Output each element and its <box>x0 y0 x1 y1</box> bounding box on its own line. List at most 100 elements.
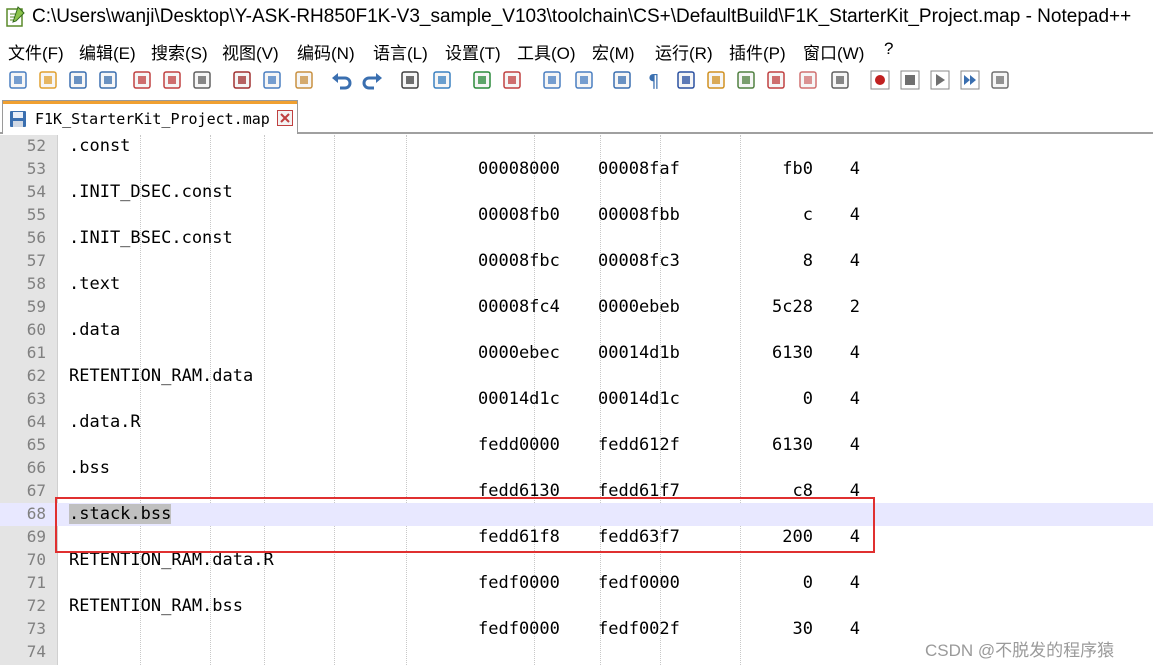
line-number: 68 <box>26 504 46 523</box>
find-icon[interactable] <box>398 68 422 92</box>
close-icon[interactable] <box>130 68 154 92</box>
section-size: 0 <box>802 389 813 409</box>
save-macro-icon[interactable] <box>988 68 1012 92</box>
save-icon[interactable] <box>66 68 90 92</box>
show-all-chars-icon[interactable]: ¶ <box>642 68 666 92</box>
language-udl-icon[interactable] <box>704 68 728 92</box>
line-number: 56 <box>26 228 46 247</box>
section-name: .data.R <box>69 412 141 432</box>
menu-item[interactable]: ? <box>884 39 893 59</box>
word-wrap-icon[interactable] <box>610 68 634 92</box>
toolbar: ¶ <box>0 64 1153 96</box>
line-number: 66 <box>26 458 46 477</box>
editor-line-row[interactable]: 71 fedf0000 fedf0000 0 4 <box>0 572 1153 595</box>
editor-line-row[interactable]: 59 00008fc4 0000ebeb 5c28 2 <box>0 296 1153 319</box>
editor-line-row[interactable]: 57 00008fbc 00008fc3 8 4 <box>0 250 1153 273</box>
editor-line-row[interactable]: 62 RETENTION_RAM.data <box>0 365 1153 388</box>
line-number: 59 <box>26 297 46 316</box>
menu-item[interactable]: 文件(F) <box>8 39 64 64</box>
line-number: 69 <box>26 527 46 546</box>
save-all-icon[interactable] <box>96 68 120 92</box>
sync-horizontal-icon[interactable] <box>572 68 596 92</box>
line-number: 73 <box>26 619 46 638</box>
menu-item[interactable]: 设置(T) <box>445 39 501 64</box>
menu-item[interactable]: 编辑(E) <box>79 39 136 64</box>
section-size: 5c28 <box>772 297 813 317</box>
undo-icon[interactable] <box>330 68 354 92</box>
notepad-plus-plus-icon <box>6 6 25 27</box>
indent-guide-icon[interactable] <box>674 68 698 92</box>
start-address: fedf0000 <box>478 619 560 639</box>
section-size: c <box>802 205 813 225</box>
editor-line-row[interactable]: 66 .bss <box>0 457 1153 480</box>
menu-item[interactable]: 窗口(W) <box>803 39 864 64</box>
new-file-icon[interactable] <box>6 68 30 92</box>
section-name: .bss <box>69 458 110 478</box>
editor-line-row[interactable]: 63 00014d1c 00014d1c 0 4 <box>0 388 1153 411</box>
editor-area[interactable]: 52 .const 53 00008000 00008faf fb0 4 54 .INIT_DS… <box>0 135 1153 665</box>
copy-icon[interactable] <box>260 68 284 92</box>
line-number: 65 <box>26 435 46 454</box>
line-number: 57 <box>26 251 46 270</box>
sync-vertical-icon[interactable] <box>540 68 564 92</box>
start-address: 00008fbc <box>478 251 560 271</box>
line-number: 60 <box>26 320 46 339</box>
editor-line-row[interactable]: 54 .INIT_DSEC.const <box>0 181 1153 204</box>
close-all-icon[interactable] <box>160 68 184 92</box>
section-size: 0 <box>802 573 813 593</box>
menu-item[interactable]: 插件(P) <box>729 39 786 64</box>
menu-item[interactable]: 运行(R) <box>655 39 713 64</box>
editor-line-row[interactable]: 55 00008fb0 00008fbb c 4 <box>0 204 1153 227</box>
editor-line-row[interactable]: 53 00008000 00008faf fb0 4 <box>0 158 1153 181</box>
open-file-icon[interactable] <box>36 68 60 92</box>
menu-bar: 文件(F) 编辑(E) 搜索(S) 视图(V) 编码(N) 语言(L) 设置(T) 工具(O)… <box>0 36 1153 64</box>
start-address: fedf0000 <box>478 573 560 593</box>
menu-item[interactable]: 语言(L) <box>373 39 428 64</box>
editor-line-row[interactable]: 65 fedd0000 fedd612f 6130 4 <box>0 434 1153 457</box>
editor-line-row[interactable]: 72 RETENTION_RAM.bss <box>0 595 1153 618</box>
cut-icon[interactable] <box>230 68 254 92</box>
line-number: 62 <box>26 366 46 385</box>
paste-icon[interactable] <box>292 68 316 92</box>
record-macro-icon[interactable] <box>868 68 892 92</box>
line-number: 61 <box>26 343 46 362</box>
editor-line-row[interactable]: 52 .const <box>0 135 1153 158</box>
function-list-icon[interactable] <box>764 68 788 92</box>
editor-line-row[interactable]: 56 .INIT_BSEC.const <box>0 227 1153 250</box>
tab-bar: F1K_StarterKit_Project.map <box>0 96 1153 134</box>
section-size: 6130 <box>772 435 813 455</box>
menu-item[interactable]: 视图(V) <box>222 39 279 64</box>
playback-macro-icon[interactable] <box>928 68 952 92</box>
doc-map-icon[interactable] <box>734 68 758 92</box>
editor-line-row[interactable]: 60 .data <box>0 319 1153 342</box>
redo-icon[interactable] <box>360 68 384 92</box>
start-address: 0000ebec <box>478 343 560 363</box>
end-address: 00014d1b <box>598 343 680 363</box>
monitoring-icon[interactable] <box>828 68 852 92</box>
section-name: .INIT_DSEC.const <box>69 182 233 202</box>
run-macro-multiple-icon[interactable] <box>958 68 982 92</box>
saved-file-icon <box>10 111 26 127</box>
editor-line-row[interactable]: 58 .text <box>0 273 1153 296</box>
menu-item[interactable]: 宏(M) <box>592 39 634 64</box>
document-tab[interactable]: F1K_StarterKit_Project.map <box>2 100 298 134</box>
editor-line-row[interactable]: 61 0000ebec 00014d1b 6130 4 <box>0 342 1153 365</box>
menu-item[interactable]: 搜索(S) <box>151 39 208 64</box>
end-address: fedd612f <box>598 435 680 455</box>
end-address: fedf002f <box>598 619 680 639</box>
close-tab-icon[interactable] <box>277 110 293 126</box>
folder-workspace-icon[interactable] <box>796 68 820 92</box>
zoom-in-icon[interactable] <box>470 68 494 92</box>
line-number: 54 <box>26 182 46 201</box>
print-icon[interactable] <box>190 68 214 92</box>
menu-item[interactable]: 工具(O) <box>517 39 576 64</box>
section-size: fb0 <box>782 159 813 179</box>
zoom-out-icon[interactable] <box>500 68 524 92</box>
menu-item[interactable]: 编码(N) <box>297 39 355 64</box>
title-bar: C:\Users\wanji\Desktop\Y-ASK-RH850F1K-V3… <box>0 0 1153 36</box>
window-title: C:\Users\wanji\Desktop\Y-ASK-RH850F1K-V3… <box>32 6 1132 27</box>
replace-icon[interactable] <box>430 68 454 92</box>
editor-line-row[interactable]: 64 .data.R <box>0 411 1153 434</box>
line-number: 53 <box>26 159 46 178</box>
stop-record-icon[interactable] <box>898 68 922 92</box>
